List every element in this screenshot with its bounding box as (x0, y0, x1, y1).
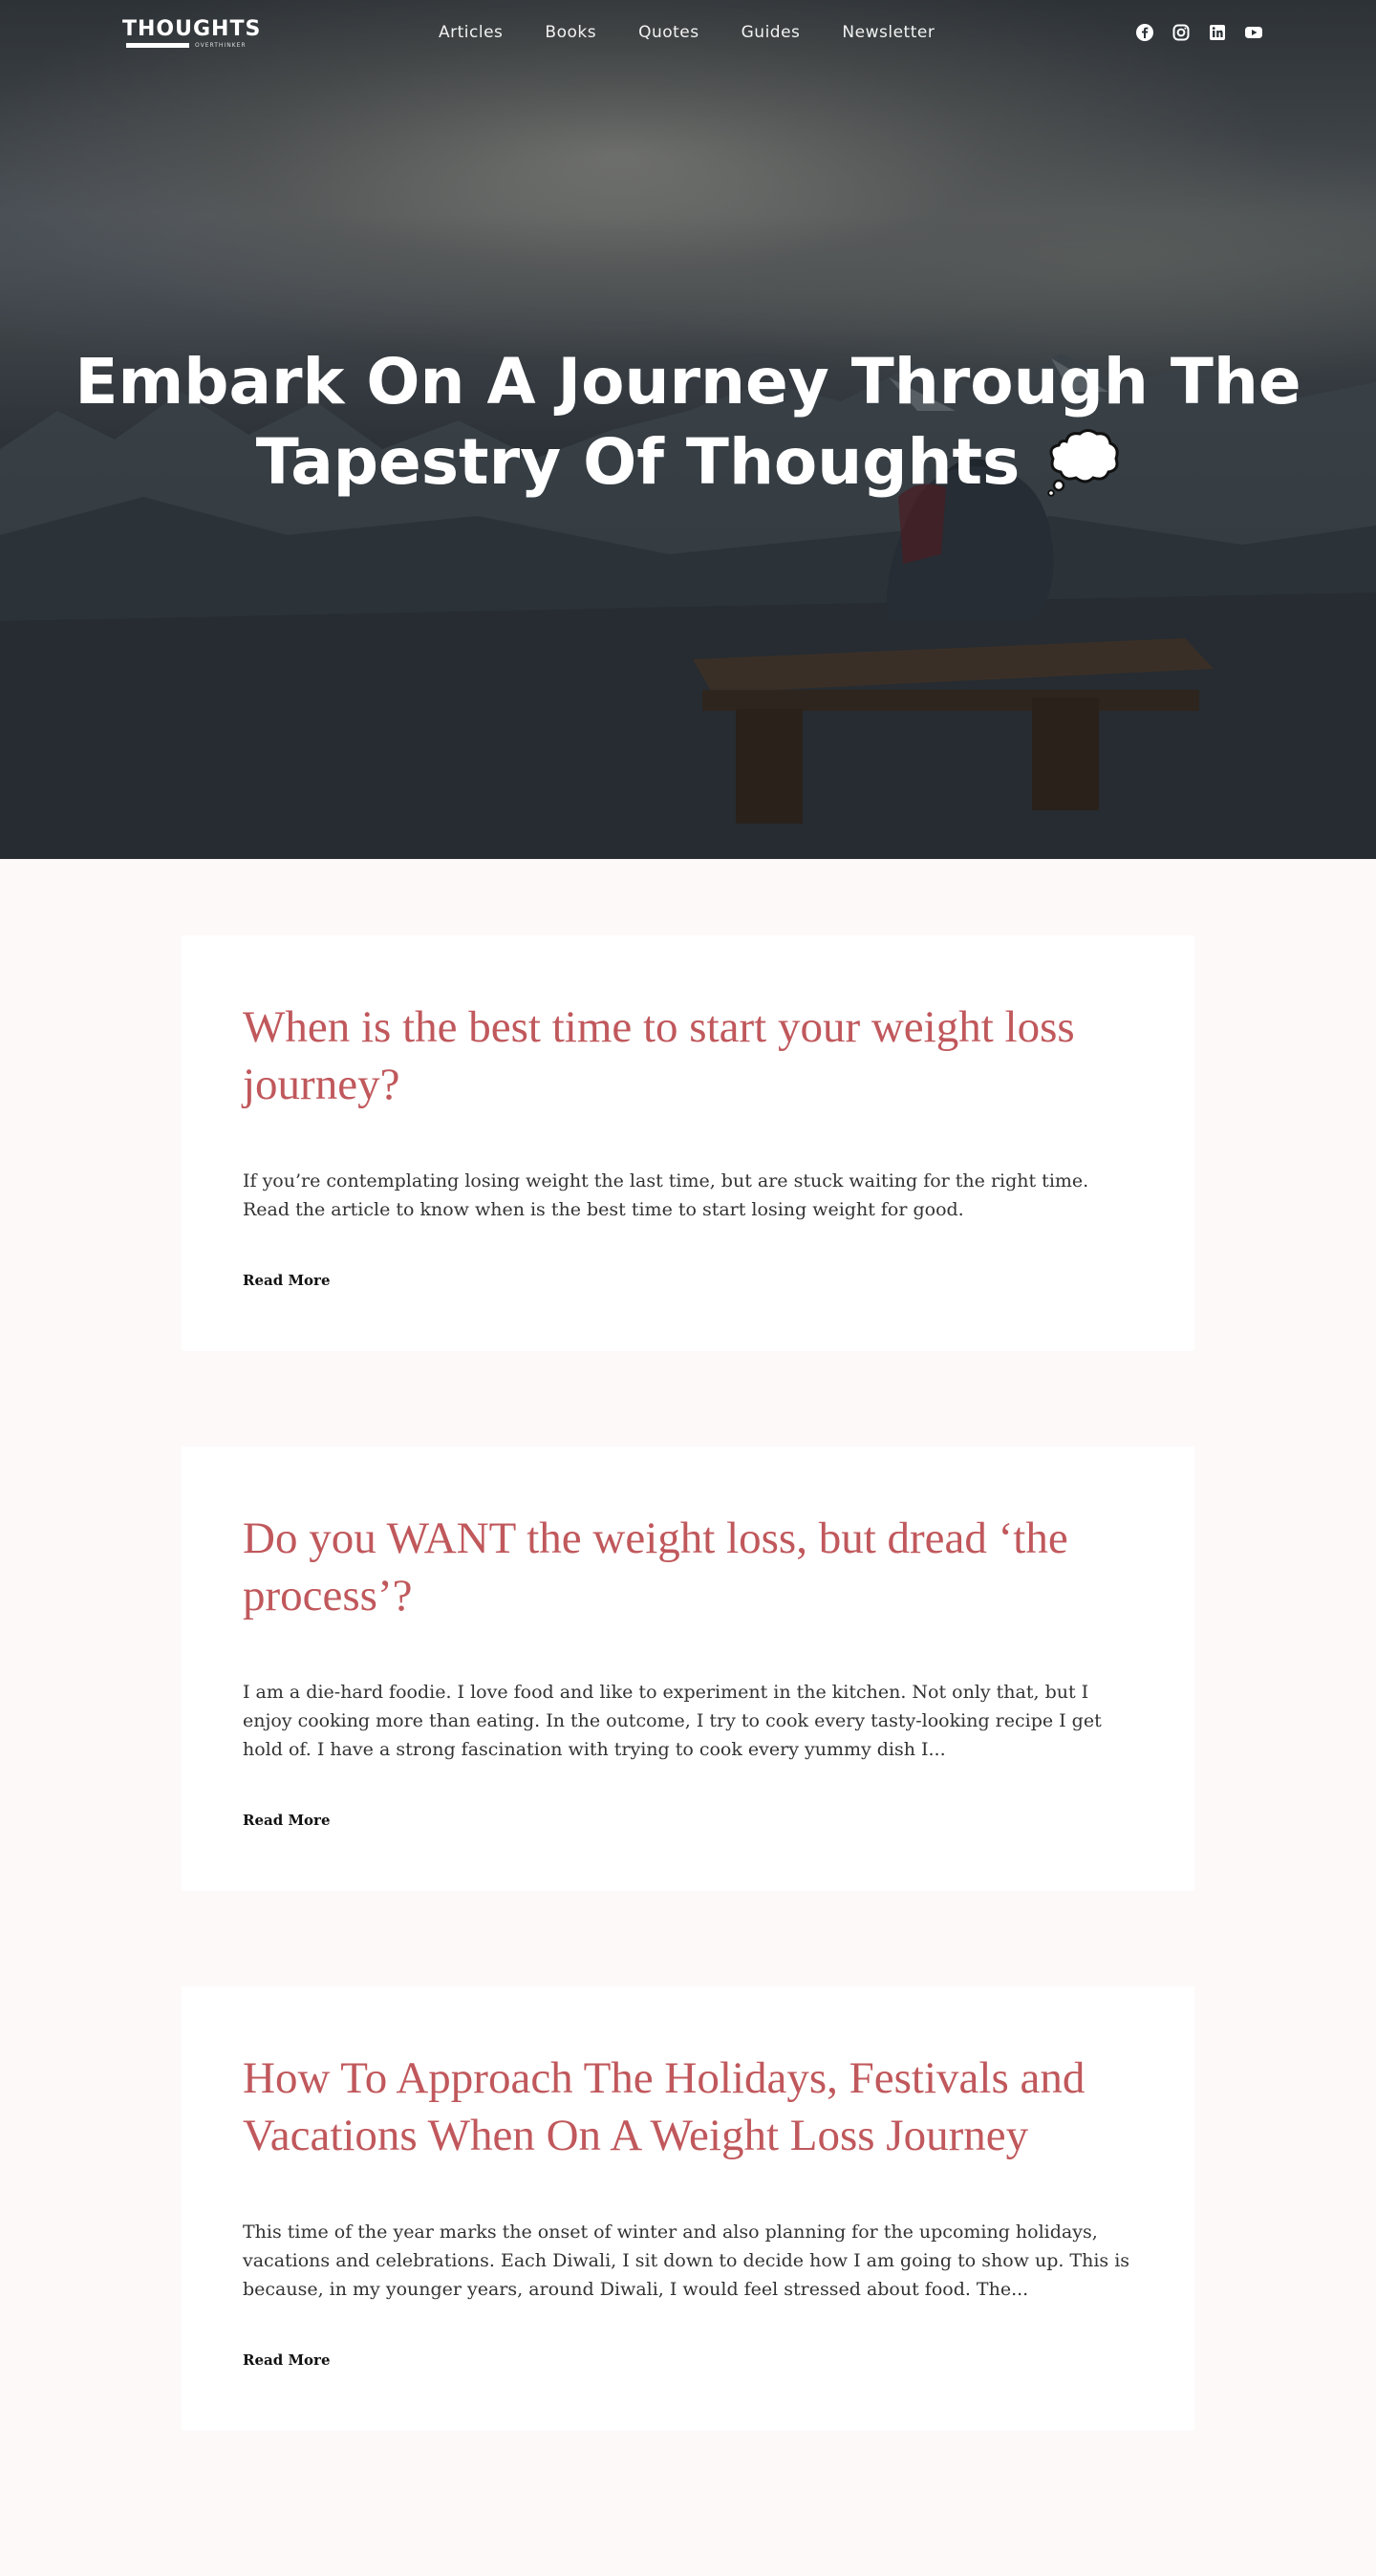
article-card: Do you WANT the weight loss, but dread ‘… (182, 1447, 1194, 1891)
site-logo[interactable]: THOUGHTS OVERTHINKER (122, 17, 266, 50)
logo-wordmark: THOUGHTS (122, 17, 262, 41)
facebook-icon[interactable] (1135, 23, 1154, 42)
hero-title-line1: Embark On A Journey Through The (75, 345, 1301, 419)
read-more-link[interactable]: Read More (243, 1272, 331, 1289)
article-title[interactable]: Do you WANT the weight loss, but dread ‘… (243, 1510, 1103, 1624)
article-title[interactable]: How To Approach The Holidays, Festivals … (243, 2050, 1103, 2164)
hero-title: Embark On A Journey Through The Tapestry… (0, 342, 1376, 503)
article-card: How To Approach The Holidays, Festivals … (182, 1986, 1194, 2431)
linkedin-icon[interactable] (1208, 23, 1227, 42)
article-excerpt: This time of the year marks the onset of… (243, 2222, 1130, 2300)
article-excerpt: If you’re contemplating losing weight th… (243, 1170, 1089, 1220)
read-more-link[interactable]: Read More (243, 2351, 331, 2369)
instagram-icon[interactable] (1172, 23, 1191, 42)
social-links (1135, 23, 1263, 42)
logo-underline (126, 43, 189, 48)
nav-link-articles[interactable]: Articles (439, 23, 503, 42)
logo-tagline: OVERTHINKER (195, 42, 247, 49)
nav-link-newsletter[interactable]: Newsletter (842, 23, 935, 42)
nav-link-books[interactable]: Books (545, 23, 596, 42)
article-list: When is the best time to start your weig… (0, 859, 1376, 2507)
article-title[interactable]: When is the best time to start your weig… (243, 998, 1103, 1113)
hero-title-line2: Tapestry Of Thoughts (255, 425, 1021, 499)
top-navigation: THOUGHTS OVERTHINKER Articles Books Quot… (0, 0, 1376, 69)
article-card: When is the best time to start your weig… (182, 935, 1194, 1351)
thought-balloon-icon (1047, 428, 1120, 497)
main-menu: Articles Books Quotes Guides Newsletter (439, 23, 977, 42)
youtube-icon[interactable] (1244, 23, 1263, 42)
read-more-link[interactable]: Read More (243, 1812, 331, 1829)
hero-banner: THOUGHTS OVERTHINKER Articles Books Quot… (0, 0, 1376, 859)
nav-link-quotes[interactable]: Quotes (638, 23, 699, 42)
article-excerpt: I am a die-hard foodie. I love food and … (243, 1682, 1102, 1760)
nav-link-guides[interactable]: Guides (742, 23, 801, 42)
